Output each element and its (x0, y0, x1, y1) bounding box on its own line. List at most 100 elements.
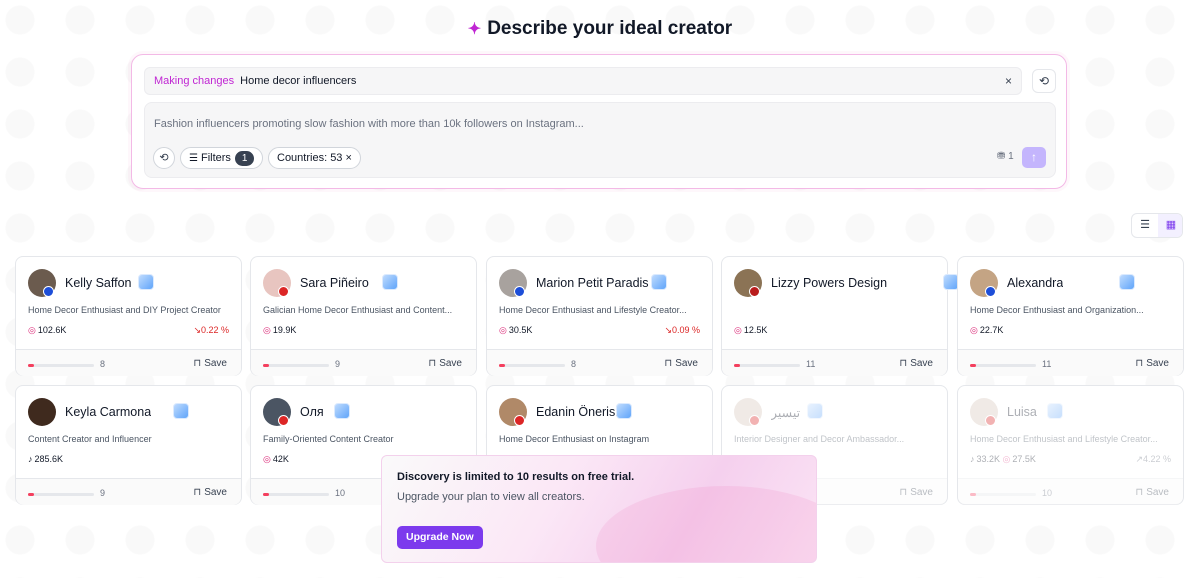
creator-tier-badge-icon (173, 403, 189, 419)
tiktok-icon: ♪ (970, 454, 975, 464)
edit-context-value: Home decor influencers (240, 75, 357, 87)
follower-stats: ◎ 42K (263, 454, 289, 465)
save-button[interactable]: ⊓Save (1135, 358, 1169, 369)
score-value: 8 (571, 359, 577, 369)
save-button[interactable]: ⊓Save (193, 487, 227, 498)
save-label: Save (1146, 487, 1169, 498)
score-bar (263, 364, 329, 367)
upgrade-now-button[interactable]: Upgrade Now (397, 526, 483, 549)
save-button[interactable]: ⊓Save (428, 358, 462, 369)
save-button[interactable]: ⊓Save (193, 358, 227, 369)
creator-name[interactable]: Sara Piñeiro (300, 276, 369, 290)
score-value: 10 (335, 488, 346, 498)
creator-name[interactable]: Lizzy Powers Design (771, 276, 887, 290)
score-value: 10 (1042, 488, 1053, 498)
send-button[interactable]: ↑ (1022, 147, 1046, 168)
score-bar (734, 364, 800, 367)
follower-stats: ◎ 102.6K (28, 325, 66, 336)
score-bar-fill (263, 364, 269, 367)
follower-count: 12.5K (743, 325, 768, 335)
save-label: Save (1146, 358, 1169, 369)
score-bar-fill (970, 364, 976, 367)
creator-description: Home Decor Enthusiast and DIY Project Cr… (28, 305, 221, 315)
creator-description: Home Decor Enthusiast on Instagram (499, 434, 650, 444)
country-flag-icon (985, 415, 996, 426)
score-bar-fill (28, 493, 34, 496)
creator-card[interactable]: Marion Petit Paradis | Home Decor Enthusi… (486, 256, 713, 376)
creator-description: Home Decor Enthusiast and Organization..… (970, 305, 1144, 315)
countries-chip[interactable]: Countries: 53 × (268, 147, 361, 169)
bookmark-icon: ⊓ (193, 487, 202, 498)
grid-view-icon[interactable]: ▦ (1158, 214, 1182, 237)
save-button[interactable]: ⊓Save (664, 358, 698, 369)
creator-card[interactable]: Lizzy Powers Design ◎ 12.5K 11 ⊓ Save (721, 256, 959, 376)
instagram-icon: ◎ (734, 325, 742, 335)
save-label: Save (675, 358, 698, 369)
creator-card[interactable]: Keyla Carmona Content Creator and Influen… (15, 385, 242, 505)
creator-name[interactable]: Luisa (1007, 405, 1037, 419)
edit-context-bar[interactable]: Making changes Home decor influencers × (144, 67, 1022, 95)
query-input[interactable]: Fashion influencers promoting slow fashi… (144, 102, 1056, 178)
growth-rate: ↘0.09 % (664, 325, 700, 335)
instagram-icon: ◎ (263, 454, 271, 464)
save-button[interactable]: ⊓Save (1135, 487, 1169, 498)
list-view-icon[interactable]: ☰ (1132, 214, 1158, 237)
history-button[interactable]: ⟲ (153, 147, 175, 169)
save-label: Save (204, 358, 227, 369)
credits-indicator: ⛃ 1 (997, 151, 1014, 162)
history-icon[interactable]: ⟲ (1032, 69, 1056, 93)
coins-icon: ⛃ (997, 151, 1006, 162)
creator-card[interactable]: Alexandra Home Decor Enthusiast and Organ… (957, 256, 1184, 376)
country-flag-icon (514, 286, 525, 297)
creator-name[interactable]: Edanin Önerisi (536, 405, 618, 419)
bookmark-icon: ⊓ (428, 358, 437, 369)
creator-description: Galician Home Decor Enthusiast and Conte… (263, 305, 453, 315)
close-icon[interactable]: × (1005, 68, 1012, 94)
creator-description: Family-Oriented Content Creator (263, 434, 394, 444)
follower-stats: ◎ 12.5K (734, 325, 767, 336)
score-bar-fill (28, 364, 34, 367)
save-label: Save (439, 358, 462, 369)
card-footer: 11 ⊓ Save (958, 349, 1183, 376)
creator-name[interactable]: تيسير (771, 405, 800, 420)
score-bar (263, 493, 329, 496)
banner-decoration (596, 486, 816, 562)
save-button[interactable]: ⊓Save (899, 358, 933, 369)
country-flag-icon (749, 415, 760, 426)
growth-rate: ↗4.22 % (1135, 454, 1171, 464)
creator-description: Interior Designer and Decor Ambassador..… (734, 434, 905, 444)
trial-limit-banner: Discovery is limited to 10 results on fr… (381, 455, 817, 563)
follower-count: 285.6K (34, 454, 64, 464)
follower-stats: ◎ 19.9K (263, 325, 296, 336)
filters-count-badge: 1 (234, 151, 255, 166)
follower-count: 22.7K (979, 325, 1004, 335)
save-button[interactable]: ⊓Save (899, 487, 933, 498)
creator-name[interactable]: Marion Petit Paradis | (536, 276, 655, 290)
card-footer: 9 ⊓ Save (251, 349, 476, 376)
follower-stats: ◎ 30.5K (499, 325, 532, 336)
instagram-icon: ◎ (263, 325, 271, 335)
card-footer: 10 ⊓Save (958, 478, 1183, 505)
creator-tier-badge-icon (616, 403, 632, 419)
creator-card[interactable]: Sara Piñeiro Galician Home Decor Enthusia… (250, 256, 477, 376)
filters-button[interactable]: ☰ Filters 1 (180, 147, 264, 169)
follower-count: 27.5K (1012, 454, 1036, 464)
creator-description: Home Decor Enthusiast and Lifestyle Crea… (499, 305, 687, 315)
bookmark-icon: ⊓ (899, 487, 908, 498)
follower-count: 42K (272, 454, 289, 464)
bookmark-icon: ⊓ (899, 358, 908, 369)
instagram-icon: ◎ (28, 325, 36, 335)
bookmark-icon: ⊓ (193, 358, 202, 369)
view-toggle: ☰ ▦ (1131, 213, 1183, 238)
creator-name[interactable]: Alexandra (1007, 276, 1063, 290)
creator-card[interactable]: Kelly Saffon Home Decor Enthusiast and DI… (15, 256, 242, 376)
creator-name[interactable]: Kelly Saffon (65, 276, 131, 290)
growth-rate: ↘0.22 % (193, 325, 229, 335)
score-value: 9 (100, 488, 106, 498)
country-flag-icon (278, 415, 289, 426)
creator-card[interactable]: Luisa Home Decor Enthusiast and Lifestyle… (957, 385, 1184, 505)
query-placeholder: Fashion influencers promoting slow fashi… (154, 118, 584, 130)
follower-stats: ♪ 33.2K ◎ 27.5K (970, 454, 1036, 465)
creator-name[interactable]: Оля (300, 405, 324, 419)
creator-name[interactable]: Keyla Carmona (65, 405, 151, 419)
